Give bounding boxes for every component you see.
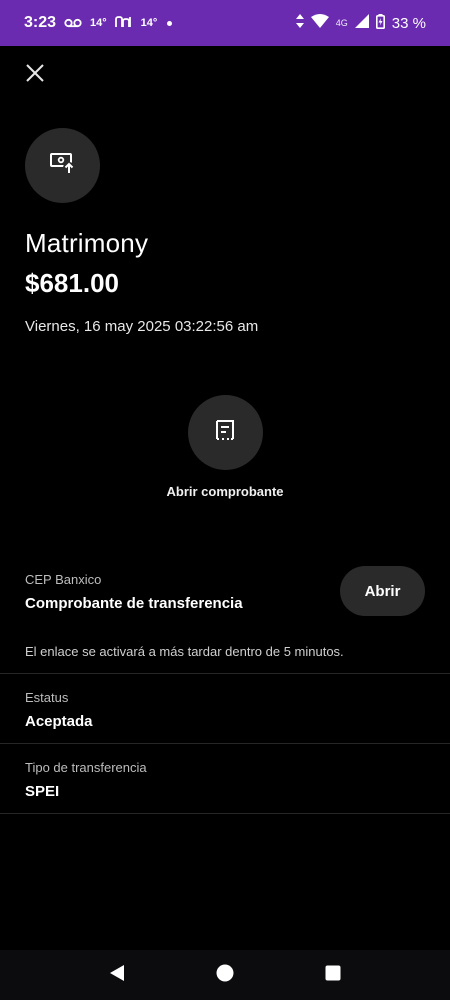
divider	[0, 673, 450, 674]
cep-caption: CEP Banxico	[25, 572, 102, 587]
temperature-1: 14°	[90, 17, 107, 29]
transfer-amount: $681.00	[25, 268, 119, 298]
home-button[interactable]	[213, 963, 237, 987]
back-triangle-icon	[108, 964, 126, 987]
navigation-bar	[0, 950, 450, 1000]
voicemail-icon	[64, 15, 82, 32]
recents-button[interactable]	[321, 963, 345, 987]
transfer-datetime: Viernes, 16 may 2025 03:22:56 am	[25, 318, 259, 335]
close-icon	[25, 63, 45, 88]
open-receipt-action[interactable]: Abrir comprobante	[125, 395, 325, 505]
cep-title: Comprobante de transferencia	[25, 595, 243, 612]
signal-icon	[354, 14, 369, 32]
temperature-2: 14°	[140, 17, 158, 29]
wifi-icon	[310, 14, 329, 32]
open-cep-button[interactable]: Abrir	[340, 566, 425, 616]
weather-icon	[114, 15, 133, 32]
status-bar: 3:23 14° 14° 4G 33 %	[0, 0, 450, 46]
transfer-type-label: Tipo de transferencia	[25, 760, 147, 775]
status-label: Estatus	[25, 690, 69, 705]
cep-note: El enlace se activará a más tardar dentr…	[25, 644, 344, 659]
home-circle-icon	[216, 964, 234, 987]
battery-icon	[375, 13, 385, 33]
network-type: 4G	[335, 17, 348, 28]
back-button[interactable]	[105, 963, 129, 987]
data-arrows-icon	[295, 14, 304, 32]
receipt-label: Abrir comprobante	[166, 484, 284, 499]
recents-square-icon	[325, 965, 341, 986]
divider	[0, 743, 450, 744]
recipient-name: Matrimony	[25, 228, 149, 258]
notification-dot-icon	[167, 20, 173, 26]
status-right: 4G 33 %	[295, 13, 426, 33]
status-time: 3:23	[24, 14, 57, 31]
receipt-icon	[215, 419, 235, 446]
battery-percent: 33 %	[391, 14, 426, 32]
close-button[interactable]	[20, 60, 50, 90]
transfer-avatar	[25, 128, 100, 203]
status-value: Aceptada	[25, 713, 93, 730]
status-left: 3:23 14° 14°	[24, 14, 173, 32]
money-transfer-icon	[49, 152, 76, 179]
receipt-button[interactable]	[187, 395, 263, 470]
divider	[0, 813, 450, 814]
transfer-type-value: SPEI	[25, 783, 60, 800]
